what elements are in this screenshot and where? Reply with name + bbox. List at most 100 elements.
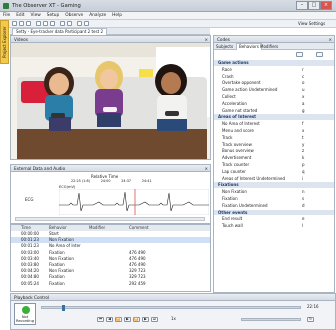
- volume-slider[interactable]: [241, 318, 301, 321]
- playback-control-panel: Playback Control Not Recording 22:16 ⏮ ◀…: [10, 293, 336, 330]
- table-row[interactable]: 00:01:23 Non Fixation: [11, 237, 210, 243]
- code-item[interactable]: Collect x: [214, 94, 334, 100]
- tab-observation[interactable]: Setty - Eye-tracker data Participant 2 t…: [12, 28, 107, 35]
- tab-behaviors[interactable]: Behaviors: [236, 43, 262, 50]
- project-explorer-tab[interactable]: Project Explorer: [0, 20, 9, 64]
- code-item[interactable]: Track counter p: [214, 162, 334, 168]
- code-item[interactable]: Game action Undetermined u: [214, 87, 334, 93]
- tab-modifiers[interactable]: Modifiers: [260, 44, 278, 49]
- table-row[interactable]: 00:05:24 Fixation 292 459: [11, 281, 210, 287]
- col-modifier[interactable]: Modifier: [89, 225, 105, 231]
- code-group[interactable]: Other events: [214, 209, 334, 216]
- cell-beh: No Area of Inter: [49, 243, 81, 249]
- close-button[interactable]: ×: [320, 1, 332, 10]
- code-group[interactable]: Areas of Interest: [214, 114, 334, 121]
- go-end-button[interactable]: ⏭: [151, 317, 158, 322]
- rewind-button[interactable]: ⏪: [115, 317, 122, 322]
- save-icon[interactable]: [26, 21, 31, 26]
- close-icon[interactable]: ×: [204, 36, 208, 43]
- table-row[interactable]: 00:04:80 Fixation 329 723: [11, 274, 210, 280]
- play-button[interactable]: ▶: [124, 317, 131, 322]
- copy-icon[interactable]: [43, 21, 48, 26]
- cell-time: 00:01:23: [21, 243, 39, 249]
- code-item[interactable]: Fixation Undetermined d: [214, 203, 334, 209]
- col-behavior[interactable]: Behavior: [49, 225, 67, 231]
- code-item[interactable]: No Area of Interest f: [214, 121, 334, 127]
- time-display: 22:16: [307, 304, 319, 309]
- menu-file[interactable]: File: [0, 12, 13, 20]
- ext-horizontal-scrollbar[interactable]: [15, 217, 205, 221]
- table-row[interactable]: 00:04:20 Non Fixation 329 723: [11, 268, 210, 274]
- code-item-name: Track overview: [222, 141, 252, 147]
- col-time[interactable]: Time: [21, 225, 31, 231]
- code-item[interactable]: Track overview y: [214, 142, 334, 148]
- table-row[interactable]: 00:03:00 Fixation 476 490: [11, 250, 210, 256]
- menu-observe[interactable]: Observe: [62, 12, 86, 20]
- view-settings-button[interactable]: View Settings: [298, 21, 325, 27]
- code-item-key: l: [302, 223, 304, 229]
- col-comment[interactable]: Comment: [129, 225, 149, 231]
- close-icon[interactable]: ×: [204, 165, 208, 172]
- code-item[interactable]: Overtake opponent o: [214, 80, 334, 86]
- delete-icon[interactable]: [316, 52, 323, 57]
- cell-time: 00:03:40: [21, 255, 39, 261]
- maximize-button[interactable]: □: [308, 1, 320, 10]
- menu-view[interactable]: View: [28, 12, 44, 20]
- menu-setup[interactable]: Setup: [44, 12, 63, 20]
- menu-help[interactable]: Help: [109, 12, 125, 20]
- menu-edit[interactable]: Edit: [13, 12, 27, 20]
- code-item[interactable]: Game not started g: [214, 108, 334, 114]
- layout-icon[interactable]: [77, 21, 82, 26]
- timeline-thumb[interactable]: [62, 305, 65, 311]
- paste-icon[interactable]: [50, 21, 55, 26]
- floor: [17, 129, 207, 159]
- code-item[interactable]: Race r: [214, 67, 334, 73]
- code-item[interactable]: Crash c: [214, 74, 334, 80]
- code-item[interactable]: Lap counter q: [214, 169, 334, 175]
- close-icon[interactable]: ×: [328, 36, 332, 43]
- code-item[interactable]: Touch wall l: [214, 223, 334, 229]
- code-item-name: Bonus overview: [222, 148, 254, 154]
- code-item-name: Overtake opponent: [222, 80, 261, 86]
- ecg-signal-label: ECG: [25, 197, 34, 202]
- code-group-name: Fixations: [218, 182, 239, 188]
- code-item[interactable]: Non Fixation n: [214, 189, 334, 195]
- code-item[interactable]: End result e: [214, 216, 334, 222]
- code-item-key: q: [302, 168, 305, 174]
- code-item[interactable]: Fixation s: [214, 196, 334, 202]
- timeline-track[interactable]: [41, 305, 301, 311]
- go-start-button[interactable]: ⏮: [97, 317, 104, 322]
- table-row[interactable]: 00:01:23 No Area of Inter: [11, 243, 210, 249]
- open-icon[interactable]: [19, 21, 24, 26]
- table-row[interactable]: 00:03:80 Fixation 476 490: [11, 262, 210, 268]
- event-log-header: Time Behavior Modifier Comment: [11, 225, 210, 231]
- table-row[interactable]: 00:03:40 Non Fixation 476 490: [11, 256, 210, 262]
- step-back-button[interactable]: ◀: [106, 317, 113, 322]
- code-item[interactable]: Menu and score x: [214, 128, 334, 134]
- tab-subjects[interactable]: Subjects: [216, 44, 233, 49]
- table-row[interactable]: 00:00:00 Start: [11, 231, 210, 237]
- minimize-button[interactable]: –: [296, 1, 308, 10]
- recording-status[interactable]: Not Recording: [14, 303, 36, 325]
- ecg-plot[interactable]: [59, 189, 209, 215]
- new-icon[interactable]: [12, 21, 17, 26]
- step-forward-button[interactable]: ▶: [142, 317, 149, 322]
- undo-icon[interactable]: [60, 21, 65, 26]
- code-group[interactable]: Fixations: [214, 182, 334, 189]
- code-item-name: Game not started: [222, 107, 258, 113]
- add-icon[interactable]: [296, 52, 303, 57]
- code-group[interactable]: Game actions: [214, 60, 334, 66]
- code-item[interactable]: Bonus overview z: [214, 148, 334, 154]
- video-frame[interactable]: [11, 43, 210, 159]
- code-item[interactable]: Areas of Interest Undetermined i: [214, 176, 334, 182]
- redo-icon[interactable]: [67, 21, 72, 26]
- code-item[interactable]: Advertisement k: [214, 155, 334, 161]
- menu-analyze[interactable]: Analyze: [86, 12, 109, 20]
- record-icon[interactable]: [84, 21, 89, 26]
- cut-icon[interactable]: [36, 21, 41, 26]
- loop-button[interactable]: ↻: [307, 317, 314, 322]
- code-item-name: Acceleration: [222, 100, 247, 106]
- fast-forward-button[interactable]: ⏩: [133, 317, 140, 322]
- code-item[interactable]: Acceleration a: [214, 101, 334, 107]
- code-item[interactable]: Track t: [214, 135, 334, 141]
